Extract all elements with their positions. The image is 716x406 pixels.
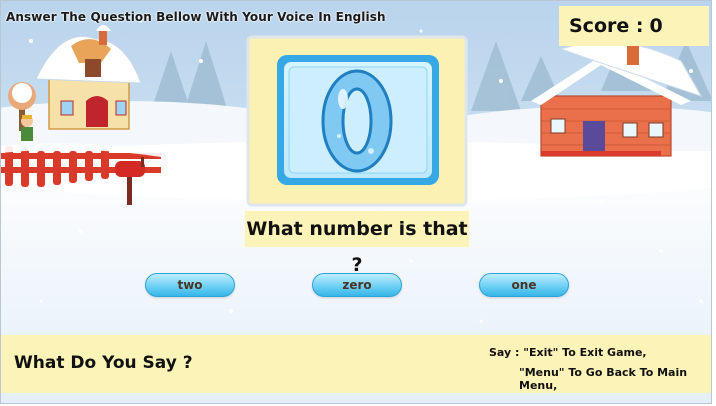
right-fence [541,151,661,156]
answer-button-zero[interactable]: zero [312,273,402,297]
instruction-text: Answer The Question Bellow With Your Voi… [6,10,386,24]
score-label: Score : [569,15,644,37]
voice-prompt: What Do You Say ? [14,353,193,373]
number-zero-icon [321,69,393,173]
answer-button-two[interactable]: two [145,273,235,297]
question-text: What number is that ? [245,211,469,276]
help-exit-text: Say : "Exit" To Exit Game, [489,346,647,359]
score-value: 0 [649,15,663,37]
help-menu-text: "Menu" To Go Back To Main Menu, [519,366,688,392]
answer-button-one[interactable]: one [479,273,569,297]
child-figure [21,115,33,141]
number-card [246,35,468,207]
score-panel: Score :0 [559,6,709,46]
game-window: Answer The Question Bellow With Your Voi… [0,0,712,404]
